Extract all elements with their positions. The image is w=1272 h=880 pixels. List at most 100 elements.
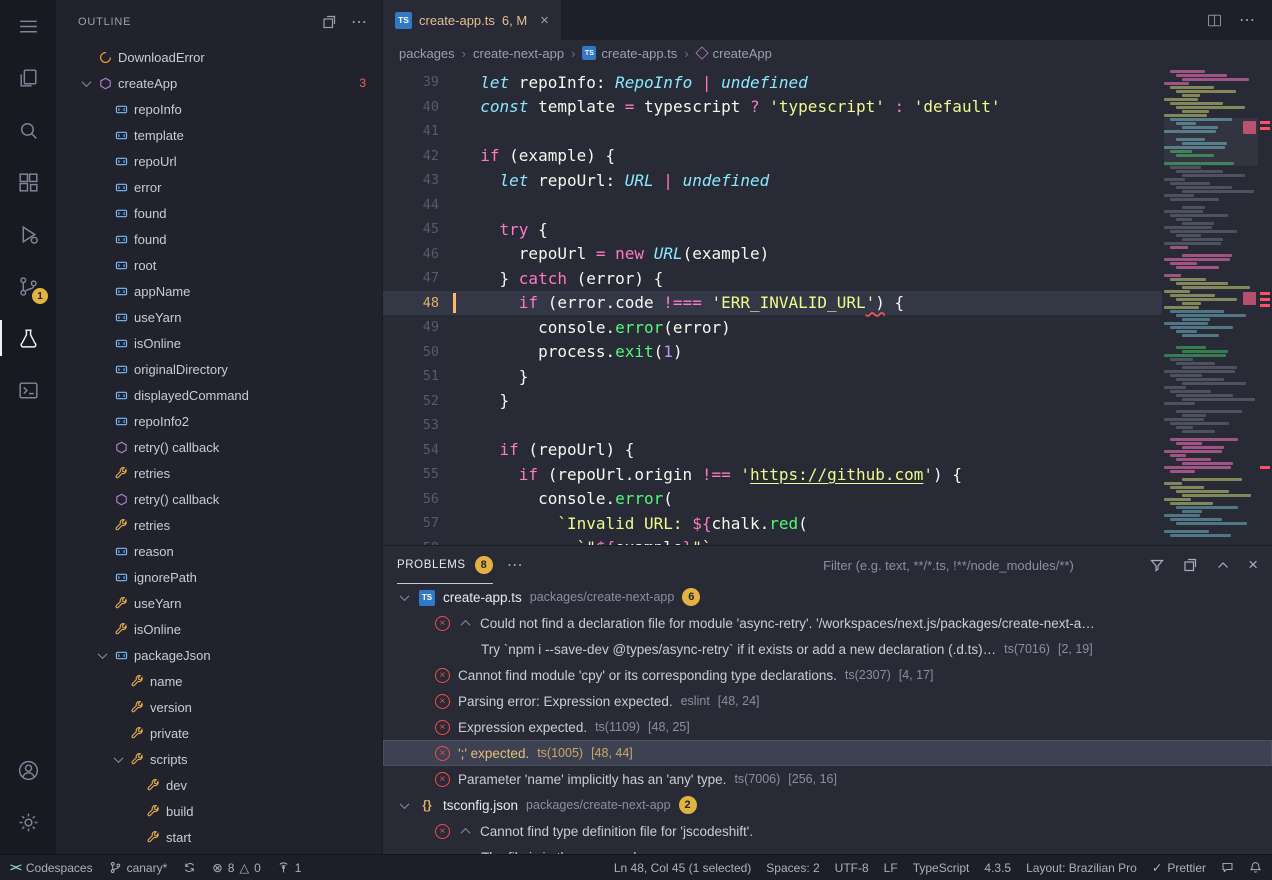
bell-icon[interactable] [1249, 861, 1262, 874]
outline-item-error[interactable]: error [56, 174, 382, 200]
problems-filter-input[interactable] [823, 558, 1135, 573]
run-debug-icon[interactable] [0, 208, 56, 260]
code-line[interactable]: 54 if (repoUrl) { [383, 438, 1162, 463]
breadcrumb-file[interactable]: TS create-app.ts [582, 46, 677, 61]
code-line[interactable]: 42 if (example) { [383, 144, 1162, 169]
code-line[interactable]: 48 if (error.code !=== 'ERR_INVALID_URL'… [383, 291, 1162, 316]
more-actions-icon[interactable]: ⋯ [351, 12, 368, 32]
outline-item-retry-callback[interactable]: retry() callback [56, 434, 382, 460]
outline-item-dev[interactable]: dev [56, 772, 382, 798]
status-indentation[interactable]: Spaces: 2 [766, 861, 819, 875]
account-icon[interactable] [0, 744, 56, 796]
code-line[interactable]: 40 const template = typescript ? 'typesc… [383, 95, 1162, 120]
code-line[interactable]: 53 [383, 413, 1162, 438]
status-branch[interactable]: canary* [109, 861, 168, 875]
status-language[interactable]: TypeScript [913, 861, 970, 875]
chevron-up-icon[interactable] [458, 620, 472, 627]
outline-item-ignorepath[interactable]: ignorePath [56, 564, 382, 590]
outline-item-appname[interactable]: appName [56, 278, 382, 304]
status-remote-codespaces[interactable]: >< Codespaces [10, 861, 93, 875]
outline-item-downloaderror[interactable]: DownloadError [56, 44, 382, 70]
more-actions-icon[interactable]: ⋯ [1239, 10, 1256, 30]
status-cursor-position[interactable]: Ln 48, Col 45 (1 selected) [614, 861, 751, 875]
code-line[interactable]: 47 } catch (error) { [383, 266, 1162, 291]
outline-item-repoinfo2[interactable]: repoInfo2 [56, 408, 382, 434]
status-problems[interactable]: ⊗ 8 △ 0 [212, 860, 260, 875]
outline-item-retry-callback[interactable]: retry() callback [56, 486, 382, 512]
outline-item-originaldirectory[interactable]: originalDirectory [56, 356, 382, 382]
code-line[interactable]: 44 [383, 193, 1162, 218]
outline-item-packagejson[interactable]: packageJson [56, 642, 382, 668]
breadcrumb-packages[interactable]: packages [399, 46, 455, 61]
status-formatter[interactable]: ✓ Prettier [1152, 860, 1206, 875]
code-line[interactable]: 52 } [383, 389, 1162, 414]
outline-item-root[interactable]: root [56, 252, 382, 278]
status-ts-version[interactable]: 4.3.5 [984, 861, 1011, 875]
split-editor-icon[interactable] [1206, 12, 1223, 29]
code-line[interactable]: 55 if (repoUrl.origin !== 'https://githu… [383, 462, 1162, 487]
outline-item-found[interactable]: found [56, 200, 382, 226]
search-icon[interactable] [0, 104, 56, 156]
status-keyboard-layout[interactable]: Layout: Brazilian Pro [1026, 861, 1137, 875]
problem-row[interactable]: ×';' expected.ts(1005)[48, 44] [383, 740, 1272, 766]
code-line[interactable]: 56 console.error( [383, 487, 1162, 512]
collapse-all-icon[interactable] [321, 14, 337, 30]
minimap[interactable] [1164, 66, 1258, 545]
code-line[interactable]: 45 try { [383, 217, 1162, 242]
code-line[interactable]: 46 repoUrl = new URL(example) [383, 242, 1162, 267]
close-panel-icon[interactable]: × [1248, 555, 1258, 575]
chevron-down-icon[interactable] [110, 756, 126, 763]
chevron-down-icon[interactable] [397, 802, 411, 809]
explorer-icon[interactable] [0, 52, 56, 104]
outline-item-useyarn[interactable]: useYarn [56, 304, 382, 330]
terminal-icon[interactable] [0, 364, 56, 416]
outline-item-start[interactable]: start [56, 824, 382, 850]
outline-item-repoinfo[interactable]: repoInfo [56, 96, 382, 122]
feedback-icon[interactable] [1221, 861, 1234, 874]
status-eol[interactable]: LF [884, 861, 898, 875]
code-editor[interactable]: 39 let repoInfo: RepoInfo | undefined40 … [383, 66, 1272, 545]
outline-item-private[interactable]: private [56, 720, 382, 746]
more-actions-icon[interactable]: ⋯ [507, 555, 524, 575]
problem-row[interactable]: ×Parameter 'name' implicitly has an 'any… [383, 766, 1272, 792]
collapse-all-icon[interactable] [1182, 557, 1198, 573]
outline-item-retries[interactable]: retries [56, 460, 382, 486]
status-sync[interactable] [183, 861, 196, 874]
chevron-up-icon[interactable] [458, 828, 472, 835]
status-ports[interactable]: 1 [277, 861, 302, 875]
chevron-down-icon[interactable] [397, 594, 411, 601]
code-line[interactable]: 57 `Invalid URL: ${chalk.red( [383, 511, 1162, 536]
outline-item-scripts[interactable]: scripts [56, 746, 382, 772]
outline-item-repourl[interactable]: repoUrl [56, 148, 382, 174]
breadcrumb-symbol[interactable]: createApp [696, 46, 772, 61]
settings-gear-icon[interactable] [0, 796, 56, 848]
problem-row[interactable]: ×Expression expected.ts(1109)[48, 25] [383, 714, 1272, 740]
outline-item-retries[interactable]: retries [56, 512, 382, 538]
problems-file-row[interactable]: {}tsconfig.jsonpackages/create-next-app2 [383, 792, 1272, 818]
outline-item-found[interactable]: found [56, 226, 382, 252]
filter-icon[interactable] [1149, 557, 1165, 573]
problem-row[interactable]: ×Cannot find module 'cpy' or its corresp… [383, 662, 1272, 688]
code-line[interactable]: 39 let repoInfo: RepoInfo | undefined [383, 70, 1162, 95]
problem-row[interactable]: ×Cannot find type definition file for 'j… [383, 818, 1272, 844]
outline-item-reason[interactable]: reason [56, 538, 382, 564]
problem-row[interactable]: ×Could not find a declaration file for m… [383, 610, 1272, 636]
breadcrumb-create-next-app[interactable]: create-next-app [473, 46, 564, 61]
outline-item-useyarn[interactable]: useYarn [56, 590, 382, 616]
code-line[interactable]: 58 `"${example}"` [383, 536, 1162, 546]
code-line[interactable]: 49 console.error(error) [383, 315, 1162, 340]
extensions-icon[interactable] [0, 156, 56, 208]
outline-item-build[interactable]: build [56, 798, 382, 824]
code-line[interactable]: 50 process.exit(1) [383, 340, 1162, 365]
outline-item-version[interactable]: version [56, 694, 382, 720]
chevron-down-icon[interactable] [94, 652, 110, 659]
maximize-panel-icon[interactable] [1215, 557, 1231, 573]
outline-item-displayedcommand[interactable]: displayedCommand [56, 382, 382, 408]
close-tab-icon[interactable]: × [540, 12, 549, 29]
problem-row[interactable]: The file is in the program because: [383, 844, 1272, 854]
code-line[interactable]: 51 } [383, 364, 1162, 389]
source-control-icon[interactable]: 1 [0, 260, 56, 312]
problem-row[interactable]: ×Parsing error: Expression expected.esli… [383, 688, 1272, 714]
problem-row[interactable]: Try `npm i --save-dev @types/async-retry… [383, 636, 1272, 662]
outline-item-isonline[interactable]: isOnline [56, 616, 382, 642]
